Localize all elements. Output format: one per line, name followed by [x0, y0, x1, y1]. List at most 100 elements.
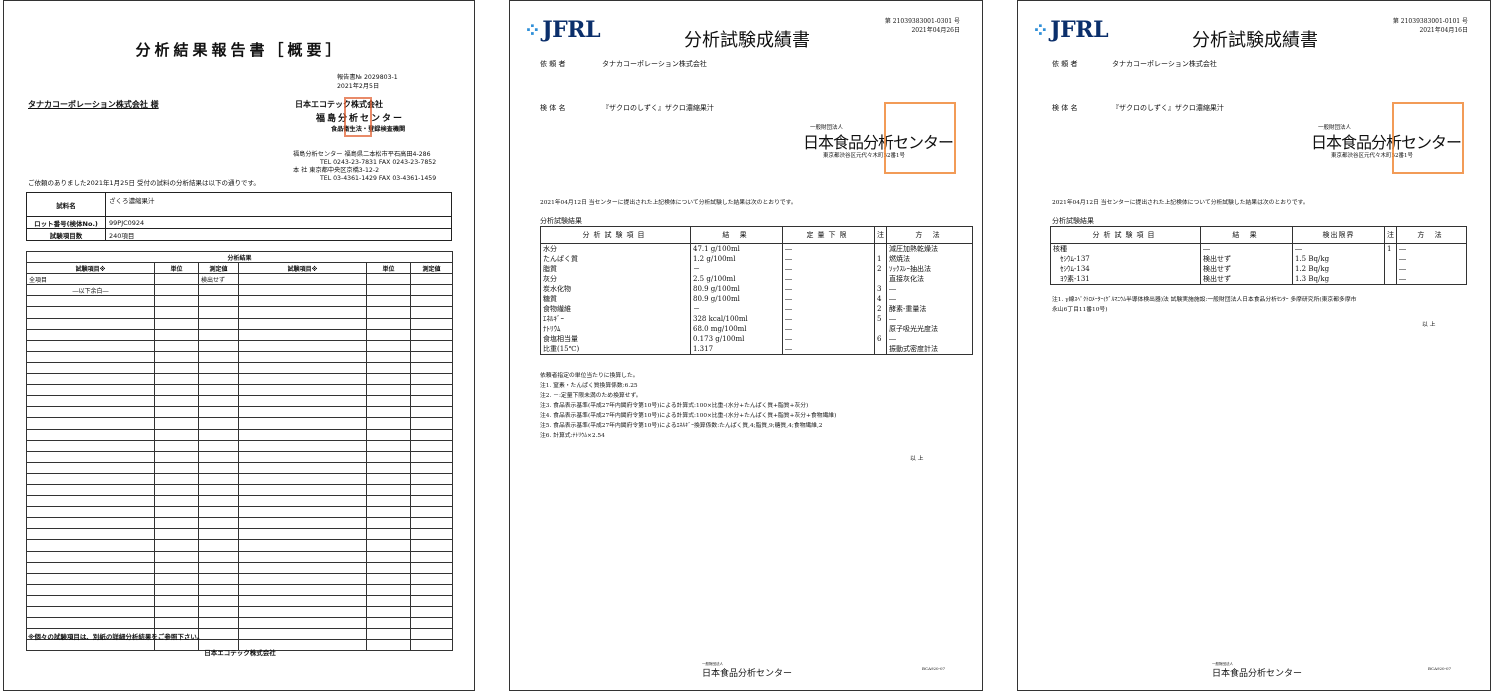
cell-method: ― [1396, 264, 1467, 274]
cell-limit: ― [782, 274, 875, 284]
empty-cell [238, 506, 367, 519]
cell-item: 食物繊維 [540, 304, 691, 314]
table-row [26, 495, 454, 508]
empty-cell [366, 317, 411, 330]
end-mark: 以 上 [910, 456, 924, 462]
empty-cell [238, 594, 367, 608]
cell-note [1384, 264, 1397, 274]
empty-cell [238, 517, 367, 530]
table-row: 核種 ― ― 1 ― [1050, 243, 1467, 254]
empty-cell [366, 550, 411, 563]
sample-label: 検 体 名 [540, 104, 566, 112]
empty-cell [409, 594, 454, 608]
empty-cell [238, 461, 367, 474]
empty-cell [366, 339, 411, 352]
empty-cell [154, 450, 199, 463]
empty-cell [154, 361, 199, 375]
empty-cell [198, 495, 239, 508]
empty-cell [366, 406, 411, 419]
table-row [26, 417, 454, 430]
cell-limit: ― [782, 294, 875, 304]
column-header: 注 [1384, 226, 1397, 244]
empty-cell [154, 583, 199, 596]
table-row: 糖質 80.9 g/100ml ― 4 ― [540, 294, 973, 304]
empty-cell [366, 361, 411, 375]
table-row [26, 428, 454, 441]
empty-cell [26, 605, 155, 619]
table-row [26, 572, 454, 585]
note-line: 注5. 食品表示基準(平成27年内閣府令第10号)によるｴﾈﾙｷﾞｰ換算係数:た… [540, 423, 823, 429]
empty-cell [154, 417, 199, 430]
intro-text: ご依頼のありました2021年1月25日 受付の試料の分析結果は以下の通りです。 [28, 179, 260, 187]
table-title: 分析結果 [25, 250, 454, 264]
certificate-date: 2021年04月16日 [1419, 27, 1468, 34]
empty-cell [198, 439, 239, 452]
empty-cell [238, 495, 367, 508]
empty-cell [26, 472, 155, 485]
certificate-number-block: 第 21039383001-0101 号 2021年04月16日 [1393, 17, 1468, 35]
empty-cell [154, 461, 199, 474]
empty-cell [26, 506, 155, 519]
empty-cell [238, 483, 367, 497]
empty-cell [409, 384, 454, 397]
cell-item: 食塩相当量 [540, 334, 691, 344]
empty-cell [238, 295, 367, 308]
column-header: 分析試験項目 [1050, 226, 1201, 244]
column-header: 分析試験項目 [540, 226, 691, 244]
sample-label: 検 体 名 [1052, 104, 1078, 112]
empty-cell [409, 339, 454, 352]
table-row: ﾖｳ素-131 検出せず 1.3 Bq/kg ― [1050, 274, 1467, 285]
empty-cell [198, 339, 239, 352]
note-line: 依頼者指定の単位当たりに換算した。 [540, 373, 639, 379]
notes-block: 注1. γ線ｽﾍﾟｸﾄﾛﾒｰﾀｰ(ｹﾞﾙﾏﾆｳﾑ半導体検出器)法 試験実施施設:… [1052, 295, 1356, 315]
empty-cell [238, 617, 367, 630]
cell-note: 4 [874, 294, 887, 304]
info-label: 試料名 [26, 192, 106, 217]
cell-item: 比重(15℃) [540, 344, 691, 355]
empty-cell [198, 384, 239, 397]
empty-cell [238, 373, 367, 386]
table-row [26, 373, 454, 386]
cell-limit: ― [782, 284, 875, 294]
info-value: ざくろ濃縮果汁 [105, 192, 452, 217]
report-number: 報告書№ 2029803-1 [337, 74, 398, 81]
empty-cell [409, 317, 454, 330]
table-row: ｾｼｳﾑ-134 検出せず 1.2 Bq/kg ― [1050, 264, 1467, 274]
empty-cell [26, 306, 155, 319]
empty-cell [26, 339, 155, 352]
table-row [26, 483, 454, 497]
empty-cell [198, 450, 239, 463]
table-row [26, 461, 454, 474]
empty-cell [409, 406, 454, 419]
cell-method: 原子吸光光度法 [886, 324, 973, 334]
note-line: 注2. －:定量下限未満のため換算せず。 [540, 393, 642, 399]
empty-cell [366, 495, 411, 508]
empty-cell [238, 406, 367, 419]
analysis-results-table: 分析結果 試験項目※ 単位 測定値 試験項目※ 単位 測定値 全項目 検出せず … [25, 250, 454, 652]
cell-note: 1 [1384, 243, 1397, 254]
empty-cell [154, 428, 199, 441]
empty-cell [366, 605, 411, 619]
empty-cell [154, 306, 199, 319]
certificate-date: 2021年04月26日 [911, 27, 960, 34]
empty-cell [154, 373, 199, 386]
empty-cell [198, 373, 239, 386]
certificate-number-block: 第 21039383001-0301 号 2021年04月26日 [885, 17, 960, 35]
column-header: 方 法 [1396, 226, 1467, 244]
official-seal-icon [1392, 102, 1464, 174]
cell-item: 灰分 [540, 274, 691, 284]
empty-cell [154, 528, 199, 541]
cell-method: 燃焼法 [886, 254, 973, 264]
sample-name: 『ザクロのしずく』ザクロ濃縮果汁 [1112, 104, 1224, 112]
certificate-number: 第 21039383001-0301 号 [884, 18, 960, 25]
empty-cell [366, 395, 411, 408]
empty-cell [366, 628, 411, 641]
table-row: ―以下余白― [26, 284, 454, 297]
cell-result: 0.173 g/100ml [690, 334, 783, 344]
form-code: BCA920-07 [922, 666, 946, 671]
cell-item: ﾅﾄﾘｳﾑ [540, 324, 691, 334]
client-label: 依 頼 者 [1052, 60, 1078, 68]
cell-value: 検出せず [198, 273, 239, 286]
empty-cell [154, 539, 199, 552]
empty-cell [26, 483, 155, 497]
